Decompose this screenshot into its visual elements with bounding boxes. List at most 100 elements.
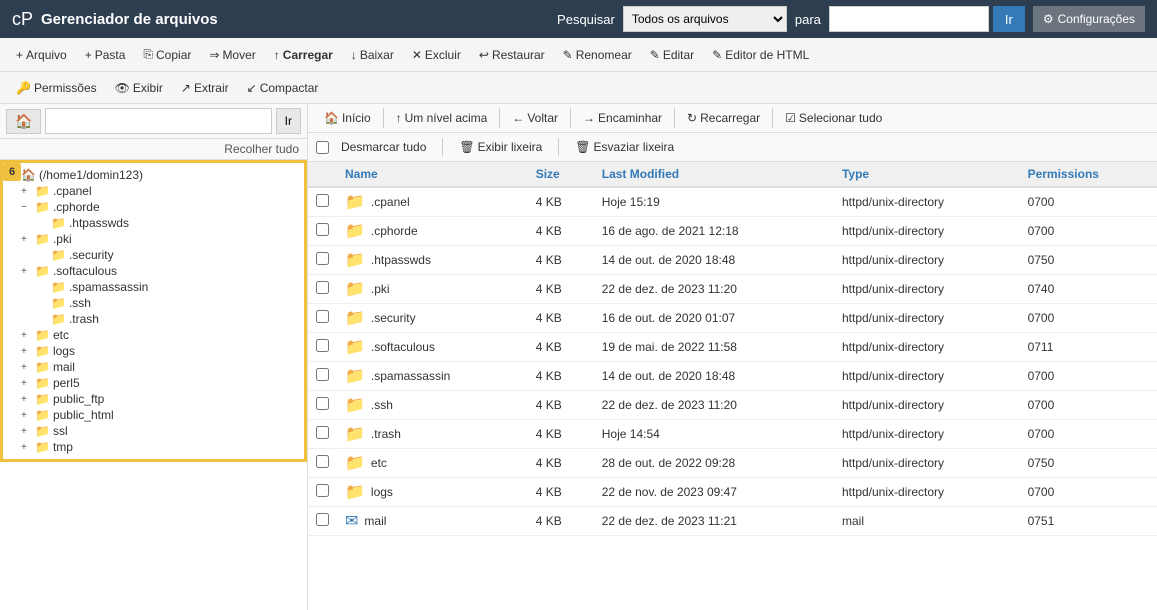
new-folder-button[interactable]: + Pasta xyxy=(77,45,134,65)
search-input[interactable] xyxy=(829,6,989,32)
row-name-cell[interactable]: 📁 .security xyxy=(337,304,528,333)
row-name-cell[interactable]: 📁 etc xyxy=(337,449,528,478)
tree-item-tmp[interactable]: + 📁 tmp xyxy=(3,439,304,455)
restore-button[interactable]: ↩ Restaurar xyxy=(471,45,553,65)
row-checkbox[interactable] xyxy=(316,368,329,381)
tree-item-etc[interactable]: + 📁 etc xyxy=(3,327,304,343)
tree-item-logs[interactable]: + 📁 logs xyxy=(3,343,304,359)
html-editor-button[interactable]: ✎ Editor de HTML xyxy=(704,45,817,65)
row-name-cell[interactable]: ✉ mail xyxy=(337,507,528,536)
config-button[interactable]: ⚙ Configurações xyxy=(1033,6,1145,32)
tree-home-button[interactable]: 🏠 xyxy=(6,109,41,134)
tree-item-spamassassin[interactable]: 📁 .spamassassin xyxy=(3,279,304,295)
col-type[interactable]: Type xyxy=(834,162,1020,187)
home-nav-button[interactable]: 🏠 Início xyxy=(316,108,379,128)
tree-item-ssh[interactable]: 📁 .ssh xyxy=(3,295,304,311)
table-row[interactable]: 📁 .spamassassin 4 KB 14 de out. de 2020 … xyxy=(308,362,1157,391)
table-row[interactable]: 📁 .cphorde 4 KB 16 de ago. de 2021 12:18… xyxy=(308,217,1157,246)
delete-button[interactable]: ✕ Excluir xyxy=(404,45,469,65)
table-row[interactable]: 📁 .softaculous 4 KB 19 de mai. de 2022 1… xyxy=(308,333,1157,362)
row-name-cell[interactable]: 📁 .cphorde xyxy=(337,217,528,246)
row-name-cell[interactable]: 📁 .cpanel xyxy=(337,187,528,217)
table-row[interactable]: ✉ mail 4 KB 22 de dez. de 2023 11:21 mai… xyxy=(308,507,1157,536)
row-checkbox[interactable] xyxy=(316,310,329,323)
row-checkbox[interactable] xyxy=(316,252,329,265)
empty-trash-button[interactable]: 🗑 Esvaziar lixeira xyxy=(567,137,682,157)
new-file-button[interactable]: + Arquivo xyxy=(8,45,75,65)
file-table: Name Size Last Modified Type Permissions… xyxy=(308,162,1157,536)
tree-item-softaculous[interactable]: + 📁 .softaculous xyxy=(3,263,304,279)
path-ir-button[interactable]: Ir xyxy=(276,108,301,134)
recolher-bar[interactable]: Recolher tudo xyxy=(0,139,307,160)
row-name-cell[interactable]: 📁 .pki xyxy=(337,275,528,304)
move-button[interactable]: ⇒ Mover xyxy=(201,45,263,65)
path-input[interactable] xyxy=(45,108,271,134)
row-checkbox[interactable] xyxy=(316,455,329,468)
row-name-cell[interactable]: 📁 .htpasswds xyxy=(337,246,528,275)
row-checkbox[interactable] xyxy=(316,281,329,294)
compact-button[interactable]: ↙ Compactar xyxy=(239,78,327,98)
show-trash-button[interactable]: 🗑 Exibir lixeira xyxy=(451,137,550,157)
tree-item-ssl[interactable]: + 📁 ssl xyxy=(3,423,304,439)
tree-item-mail[interactable]: + 📁 mail xyxy=(3,359,304,375)
tree-root[interactable]: − 🏠 (/home1/domin123) xyxy=(3,167,304,183)
copy-button[interactable]: ⎘ Copiar xyxy=(135,44,199,65)
tree-item-security[interactable]: 📁 .security xyxy=(3,247,304,263)
recolher-label: Recolher tudo xyxy=(224,142,299,156)
tree-item-pki[interactable]: + 📁 .pki xyxy=(3,231,304,247)
upload-button[interactable]: ↑ Carregar xyxy=(266,45,341,65)
row-checkbox[interactable] xyxy=(316,223,329,236)
row-name-cell[interactable]: 📁 logs xyxy=(337,478,528,507)
view-button[interactable]: 👁 Exibir xyxy=(107,78,171,98)
table-row[interactable]: 📁 .security 4 KB 16 de out. de 2020 01:0… xyxy=(308,304,1157,333)
tree-item-cphorde[interactable]: − 📁 .cphorde xyxy=(3,199,304,215)
row-checkbox[interactable] xyxy=(316,339,329,352)
table-row[interactable]: 📁 .trash 4 KB Hoje 14:54 httpd/unix-dire… xyxy=(308,420,1157,449)
row-checkbox[interactable] xyxy=(316,194,329,207)
deselect-checkbox[interactable] xyxy=(316,141,329,154)
forward-button[interactable]: → Encaminhar xyxy=(575,108,670,128)
row-checkbox[interactable] xyxy=(316,426,329,439)
select-all-button[interactable]: ☑ Selecionar tudo xyxy=(777,108,890,128)
tree-item-perl5[interactable]: + 📁 perl5 xyxy=(3,375,304,391)
row-name-cell[interactable]: 📁 .spamassassin xyxy=(337,362,528,391)
tree-item-trash[interactable]: 📁 .trash xyxy=(3,311,304,327)
search-type-select[interactable]: Todos os arquivos Apenas nome do arquivo… xyxy=(623,6,787,32)
tree-item-public-ftp[interactable]: + 📁 public_ftp xyxy=(3,391,304,407)
col-checkbox xyxy=(308,162,337,187)
table-row[interactable]: 📁 .cpanel 4 KB Hoje 15:19 httpd/unix-dir… xyxy=(308,187,1157,217)
row-checkbox[interactable] xyxy=(316,484,329,497)
row-name-cell[interactable]: 📁 .softaculous xyxy=(337,333,528,362)
up-level-button[interactable]: ↑ Um nível acima xyxy=(388,108,496,128)
edit-button[interactable]: ✎ Editar xyxy=(642,45,702,65)
tree-label: .cpanel xyxy=(53,184,92,198)
col-permissions[interactable]: Permissions xyxy=(1020,162,1157,187)
row-checkbox[interactable] xyxy=(316,513,329,526)
permissions-button[interactable]: 🔑 Permissões xyxy=(8,78,105,98)
col-size[interactable]: Size xyxy=(528,162,594,187)
deselect-all-button[interactable]: Desmarcar tudo xyxy=(333,137,434,157)
table-row[interactable]: 📁 .ssh 4 KB 22 de dez. de 2023 11:20 htt… xyxy=(308,391,1157,420)
col-modified[interactable]: Last Modified xyxy=(594,162,834,187)
row-checkbox[interactable] xyxy=(316,397,329,410)
table-row[interactable]: 📁 logs 4 KB 22 de nov. de 2023 09:47 htt… xyxy=(308,478,1157,507)
tree-item-cpanel[interactable]: + 📁 .cpanel xyxy=(3,183,304,199)
row-name-cell[interactable]: 📁 .trash xyxy=(337,420,528,449)
tree-item-public-html[interactable]: + 📁 public_html xyxy=(3,407,304,423)
extract-button[interactable]: ↗ Extrair xyxy=(173,78,237,98)
row-checkbox-cell xyxy=(308,304,337,333)
col-name[interactable]: Name xyxy=(337,162,528,187)
rename-button[interactable]: ✎ Renomear xyxy=(555,45,640,65)
search-ir-button[interactable]: Ir xyxy=(993,6,1025,32)
table-row[interactable]: 📁 .htpasswds 4 KB 14 de out. de 2020 18:… xyxy=(308,246,1157,275)
download-button[interactable]: ↓ Baixar xyxy=(343,45,402,65)
reload-button[interactable]: ↻ Recarregar xyxy=(679,108,768,128)
file-name: etc xyxy=(371,456,387,470)
tree-label: .cphorde xyxy=(53,200,100,214)
tree-item-htpasswds[interactable]: 📁 .htpasswds xyxy=(3,215,304,231)
table-row[interactable]: 📁 .pki 4 KB 22 de dez. de 2023 11:20 htt… xyxy=(308,275,1157,304)
back-button[interactable]: ← Voltar xyxy=(504,108,566,128)
row-name-cell[interactable]: 📁 .ssh xyxy=(337,391,528,420)
row-size-cell: 4 KB xyxy=(528,304,594,333)
table-row[interactable]: 📁 etc 4 KB 28 de out. de 2022 09:28 http… xyxy=(308,449,1157,478)
